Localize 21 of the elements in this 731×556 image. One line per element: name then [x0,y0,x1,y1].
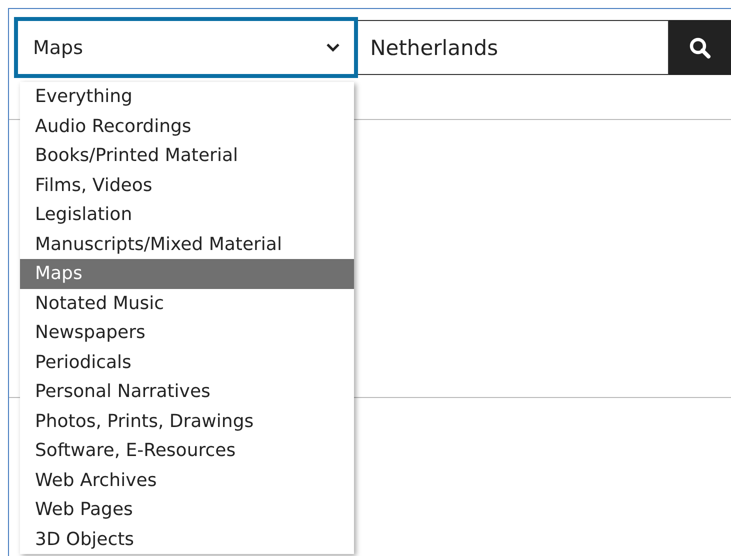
search-button[interactable] [669,20,731,75]
search-icon [689,36,712,58]
dropdown-option[interactable]: 3D Objects [20,524,354,554]
dropdown-option[interactable]: Films, Videos [20,170,354,200]
dropdown-option[interactable]: Software, E-Resources [20,436,354,466]
dropdown-option[interactable]: Periodicals [20,348,354,377]
dropdown-option[interactable]: Photos, Prints, Drawings [20,406,354,436]
dropdown-option[interactable]: Notated Music [20,288,354,318]
dropdown-option[interactable]: Manuscripts/Mixed Material [20,230,354,259]
dropdown-option[interactable]: Web Archives [20,466,354,495]
dropdown-option[interactable]: Personal Narratives [20,377,354,406]
dropdown-option[interactable]: Maps [20,259,354,288]
dropdown-option[interactable]: Web Pages [20,495,354,524]
scope-select[interactable]: Maps [14,17,358,78]
dropdown-option[interactable]: Newspapers [20,318,354,348]
search-field[interactable]: Netherlands [358,20,670,75]
dropdown-option[interactable]: Legislation [20,200,354,230]
dropdown-option[interactable]: Books/Printed Material [20,141,354,170]
dropdown-option[interactable]: Everything [20,82,354,112]
chevron-down-icon [326,43,340,52]
dropdown-option[interactable]: Audio Recordings [20,112,354,141]
